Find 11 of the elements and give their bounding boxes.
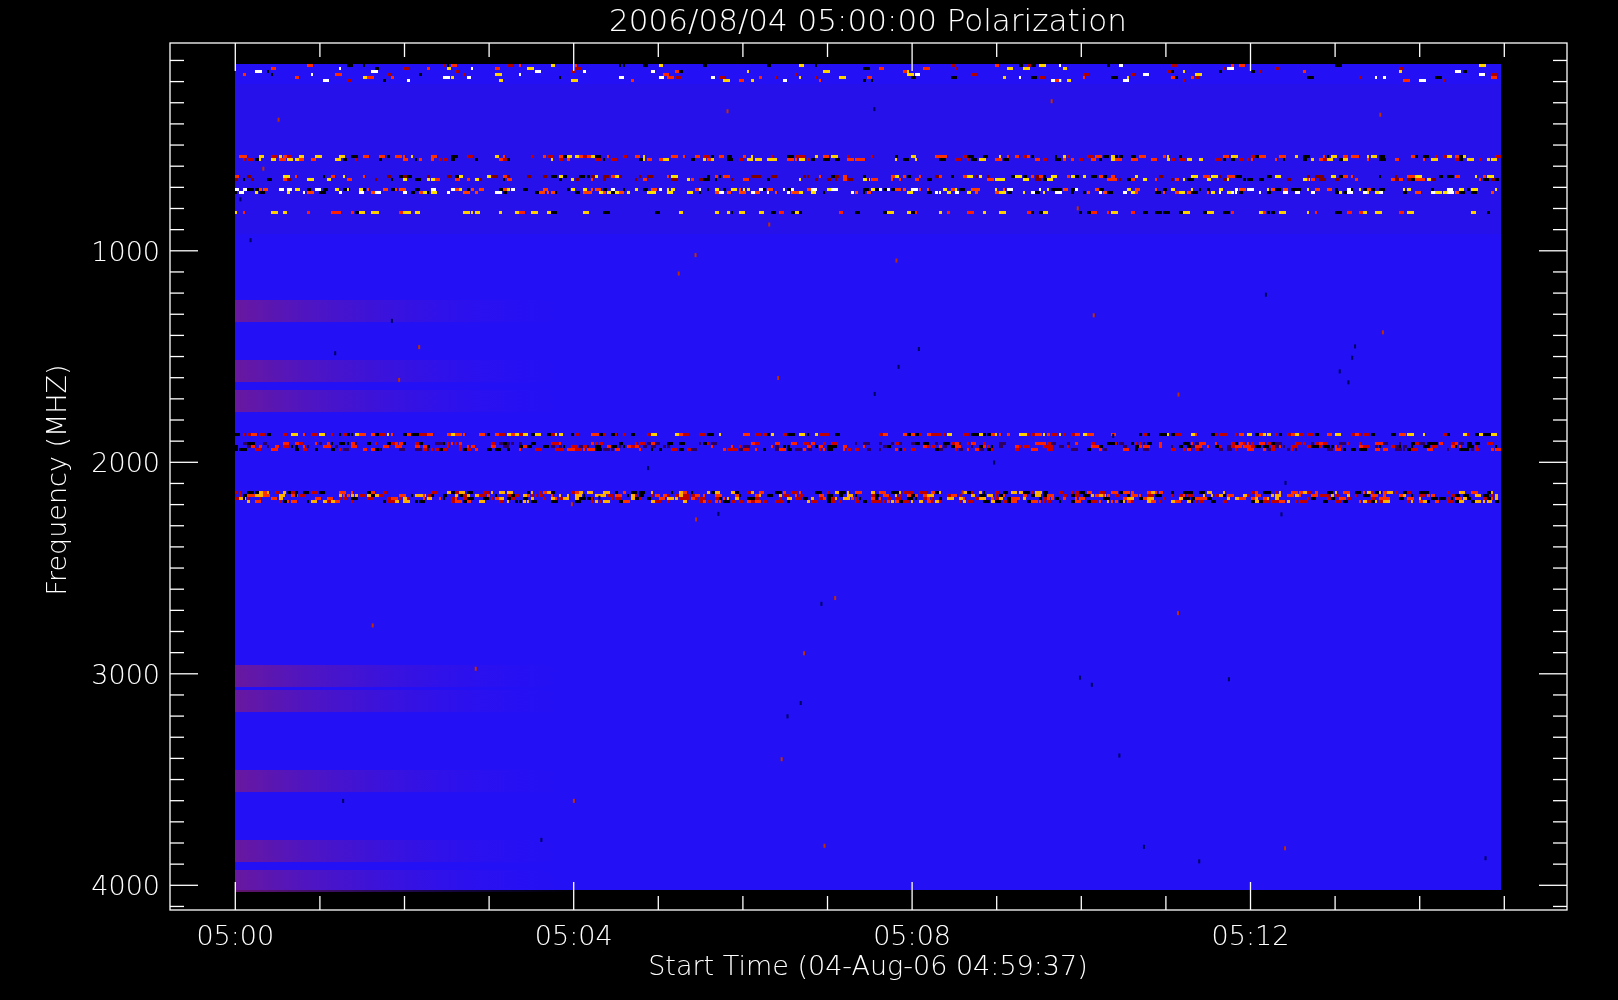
x-tick-label: 05:08 [873,920,951,951]
x-tick-label: 05:04 [534,920,613,951]
x-axis-label: Start Time (04-Aug-06 04:59:37) [648,950,1088,981]
y-tick-label: 3000 [91,658,160,690]
y-tick-label: 4000 [91,870,160,902]
plot-title: 2006/08/04 05:00:00 Polarization [609,2,1127,38]
y-tick-label: 1000 [91,235,160,267]
x-tick-label: 05:00 [196,920,275,951]
y-axis-label: Frequency (MHZ) [41,364,72,596]
x-tick-label: 05:12 [1211,920,1290,951]
y-tick-label: 2000 [91,447,160,479]
